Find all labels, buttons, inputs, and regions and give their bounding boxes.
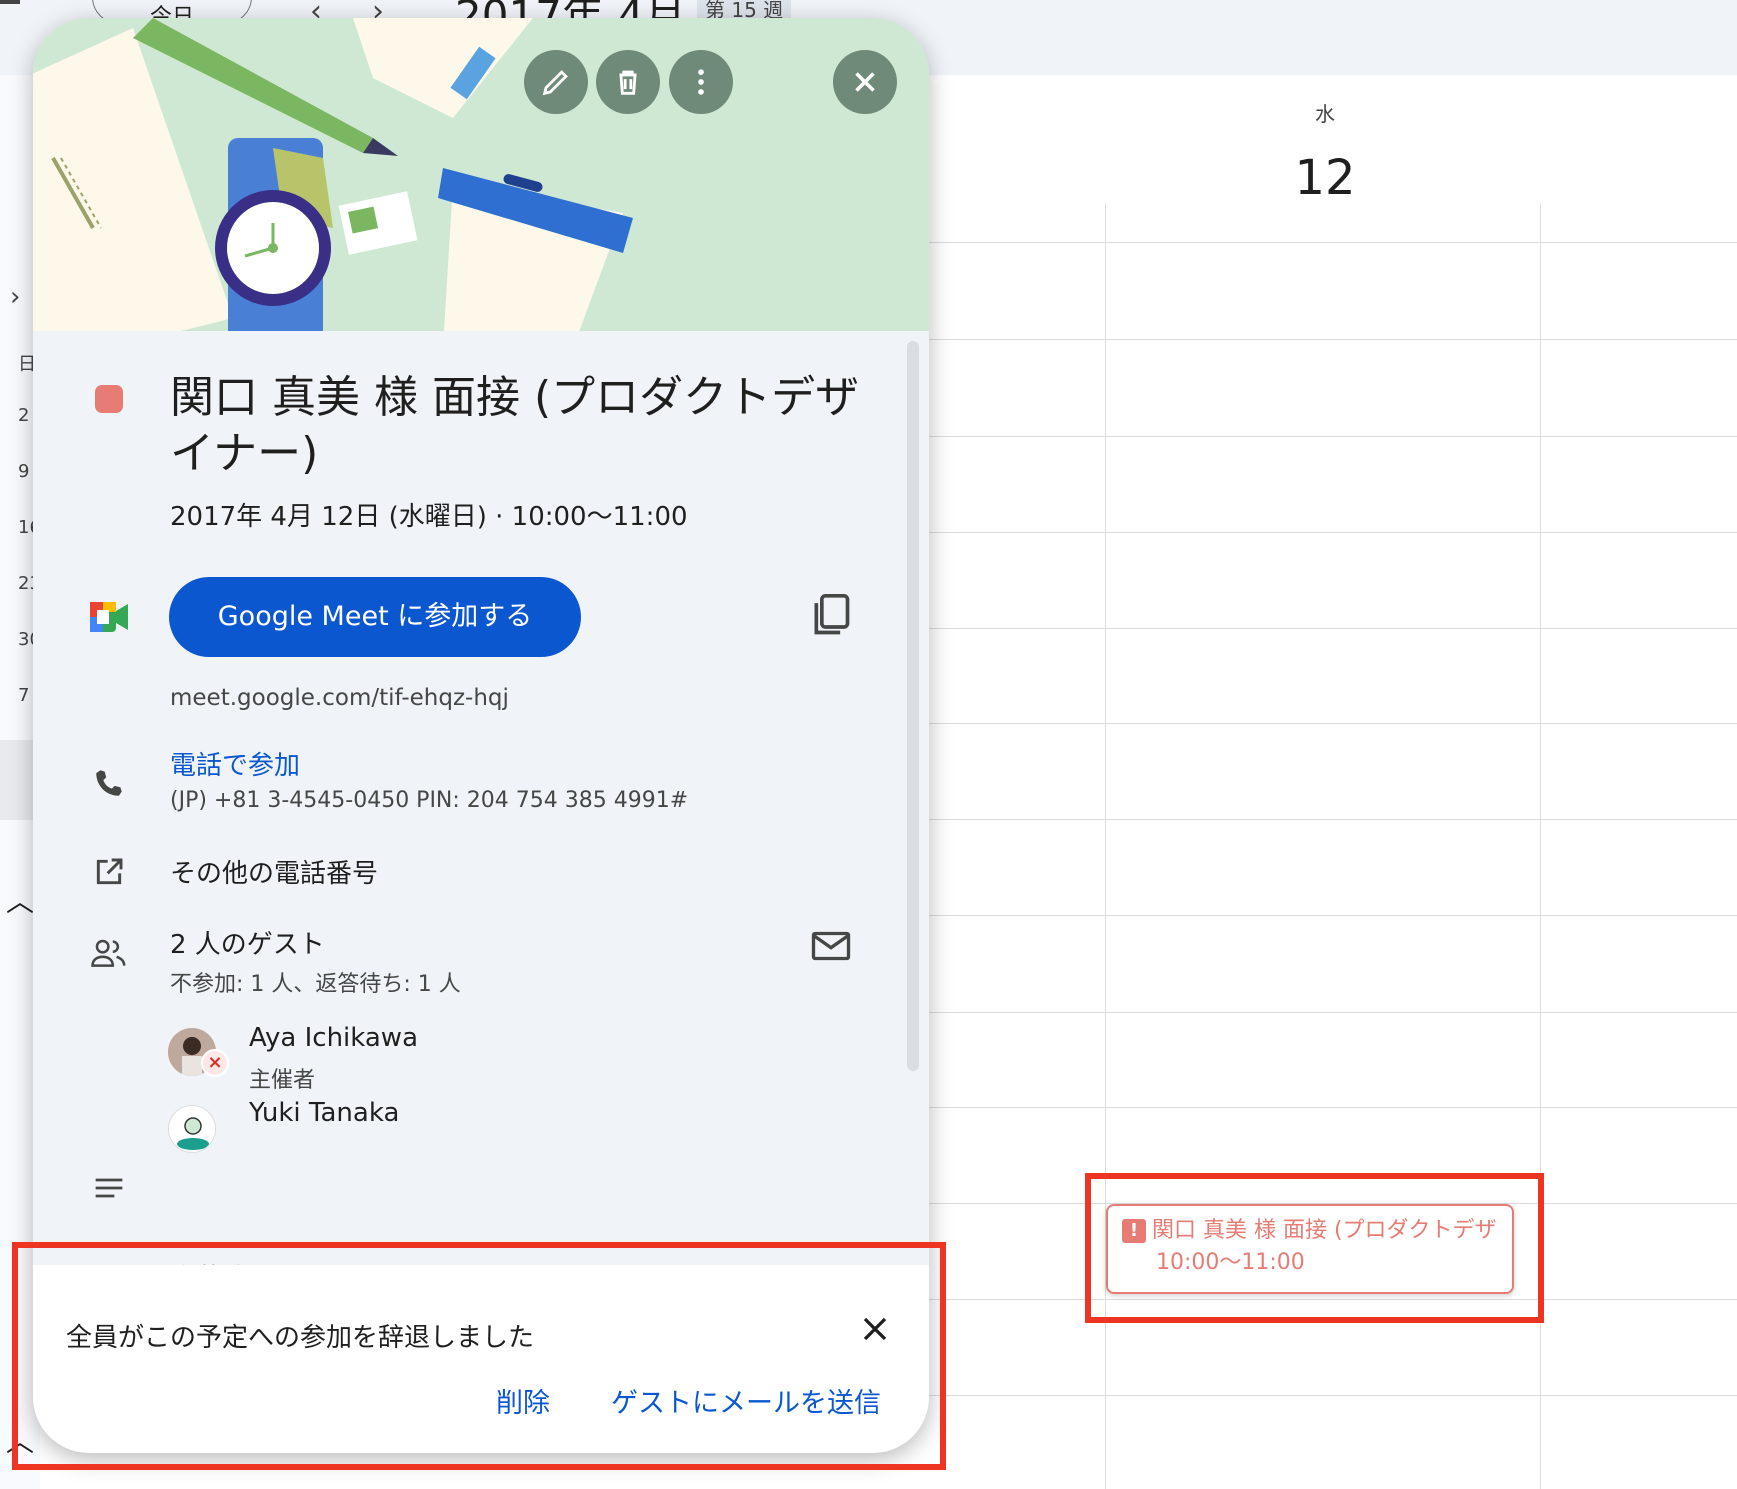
illustration-image (33, 18, 929, 331)
pencil-icon (542, 70, 568, 96)
mini-calendar-date[interactable]: 9 (18, 461, 29, 482)
header-illustration (33, 18, 929, 331)
chevron-up-icon[interactable]: ︿ (6, 880, 34, 920)
guest-name: Aya Ichikawa (249, 1023, 418, 1053)
guest-rsvp-summary: 不参加: 1 人、返答待ち: 1 人 (170, 972, 461, 997)
event-title: 関口 真美 様 面接 (プロダクトデザイナー) (170, 372, 860, 479)
event-datetime: 2017年 4月 12日 (水曜日) · 10:00〜11:00 (170, 502, 688, 532)
people-icon (89, 933, 129, 973)
mini-calendar-date[interactable]: 7 (18, 685, 29, 706)
highlight-box (12, 1242, 946, 1470)
delete-button[interactable] (596, 50, 660, 114)
menu-icon[interactable] (0, 0, 20, 4)
copy-button[interactable] (809, 592, 853, 640)
description-icon (89, 1168, 129, 1208)
more-phone-numbers-link[interactable]: その他の電話番号 (170, 853, 378, 890)
declined-badge-icon: × (201, 1049, 229, 1077)
scrollbar[interactable] (907, 341, 919, 1071)
mail-icon (811, 931, 851, 961)
join-meet-button[interactable]: Google Meet に参加する (169, 577, 581, 657)
meet-url[interactable]: meet.google.com/tif-ehqz-hqj (170, 685, 509, 711)
event-detail-popup: 関口 真美 様 面接 (プロダクトデザイナー) 2017年 4月 12日 (水曜… (33, 18, 929, 1453)
phone-icon (89, 763, 129, 803)
guest-count: 2 人のゲスト (170, 930, 325, 960)
google-meet-icon (89, 597, 129, 637)
avatar[interactable] (168, 1105, 216, 1153)
event-color-swatch (95, 385, 123, 413)
open-external-icon (89, 852, 129, 892)
close-icon (855, 72, 875, 92)
phone-number: (JP) +81 3-4545-0450 PIN: 204 754 385 49… (170, 788, 689, 813)
chevron-right-icon[interactable]: › (10, 282, 20, 312)
more-vert-icon (698, 69, 704, 95)
highlight-box (1085, 1173, 1544, 1323)
copy-icon (814, 594, 850, 635)
guest-role: 主催者 (249, 1068, 316, 1093)
close-button[interactable] (833, 50, 897, 114)
join-by-phone-link[interactable]: 電話で参加 (170, 745, 300, 782)
more-options-button[interactable] (669, 50, 733, 114)
edit-button[interactable] (524, 50, 588, 114)
trash-icon (619, 70, 637, 95)
calendar-app: 今日 ‹ › 2017年 4月 第 15 週 › 日 2 9 16 23 30 … (0, 0, 1737, 1489)
email-guests-button[interactable] (811, 930, 855, 974)
guest-name: Yuki Tanaka (249, 1098, 400, 1128)
mini-calendar-date[interactable]: 2 (18, 405, 29, 426)
